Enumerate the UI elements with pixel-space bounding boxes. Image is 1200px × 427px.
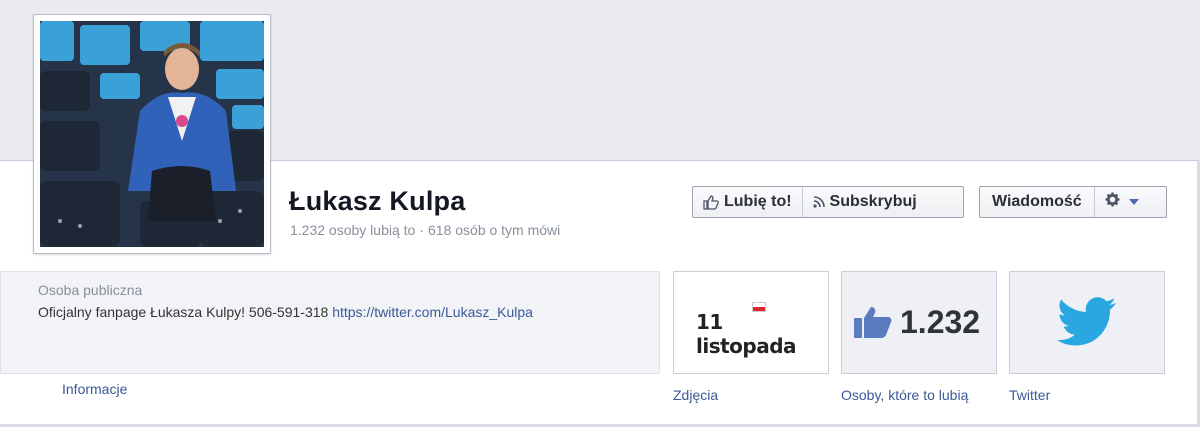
photos-tile[interactable]: 11 listopada	[673, 271, 829, 374]
page-title: Łukasz Kulpa	[289, 186, 466, 216]
thumbs-up-icon	[703, 194, 719, 210]
likes-count-text[interactable]: 1.232 osoby lubią to	[290, 222, 415, 238]
twitter-bird-icon	[1057, 296, 1117, 353]
likes-label[interactable]: Osoby, które to lubią	[841, 387, 968, 403]
message-button-label: Wiadomość	[992, 193, 1082, 210]
settings-dropdown-button[interactable]	[1093, 187, 1150, 217]
stats-separator: ·	[419, 222, 424, 238]
polish-flag-icon	[752, 302, 766, 312]
chevron-down-icon	[1128, 198, 1140, 206]
like-subscribe-group: Lubię to! Subskrybuj	[692, 186, 964, 218]
thumbs-up-icon	[854, 306, 894, 343]
page-stats: 1.232 osoby lubią to · 618 osób o tym mówi	[290, 222, 560, 238]
twitter-label[interactable]: Twitter	[1009, 387, 1050, 403]
subscribe-button-label: Subskrybuj	[829, 193, 917, 210]
message-button[interactable]: Wiadomość	[980, 187, 1094, 217]
about-box: Osoba publiczna Oficjalny fanpage Łukasz…	[0, 271, 660, 374]
photo-caption: 11 listopada	[696, 310, 797, 358]
photos-label[interactable]: Zdjęcia	[673, 387, 718, 403]
like-button-label: Lubię to!	[724, 193, 792, 210]
gear-icon	[1105, 192, 1120, 212]
description-text: Oficjalny fanpage Łukasza Kulpy! 506-591…	[38, 304, 329, 320]
profile-photo	[40, 21, 264, 247]
info-link[interactable]: Informacje	[62, 381, 127, 397]
twitter-tile[interactable]	[1009, 271, 1165, 374]
twitter-url-link[interactable]: https://twitter.com/Lukasz_Kulpa	[332, 304, 533, 320]
subscribe-button[interactable]: Subskrybuj	[801, 187, 927, 217]
talking-about-text: 618 osób o tym mówi	[428, 222, 561, 238]
likes-tile[interactable]: 1.232	[841, 271, 997, 374]
page-description: Oficjalny fanpage Łukasza Kulpy! 506-591…	[38, 304, 533, 320]
message-group: Wiadomość	[979, 186, 1167, 218]
page-category: Osoba publiczna	[38, 282, 143, 298]
like-button[interactable]: Lubię to!	[693, 187, 802, 217]
profile-picture[interactable]	[33, 14, 271, 254]
rss-icon	[812, 196, 825, 208]
likes-count: 1.232	[900, 304, 981, 340]
